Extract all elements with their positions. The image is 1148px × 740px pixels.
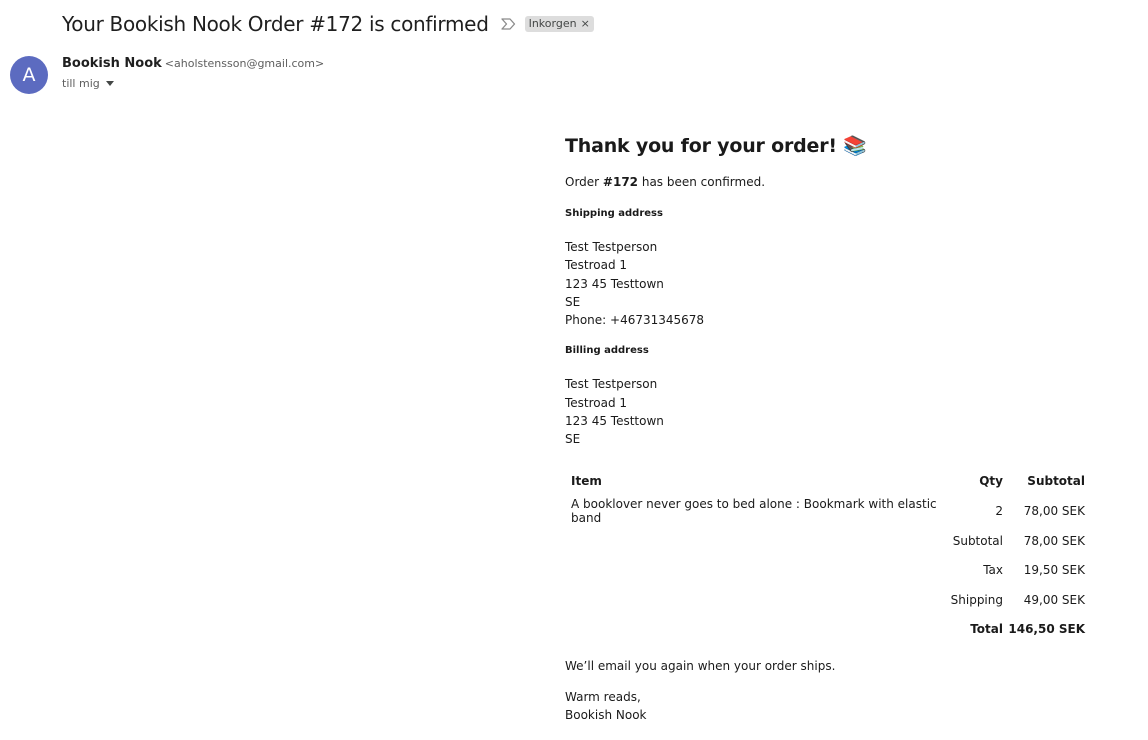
summary-label: Subtotal	[952, 533, 1003, 548]
recipient-details-toggle[interactable]: till mig	[62, 77, 114, 90]
shipping-notice: We’ll email you again when your order sh…	[565, 659, 836, 674]
inbox-label-chip[interactable]: Inkorgen ×	[524, 16, 594, 32]
summary-value: 78,00 SEK	[1023, 533, 1085, 548]
item-qty: 2	[995, 504, 1003, 519]
summary-value: 49,00 SEK	[1023, 592, 1085, 607]
signoff-line: Warm reads,	[565, 690, 641, 705]
shipping-address-heading: Shipping address	[565, 208, 663, 219]
billing-line: 123 45 Testtown	[565, 414, 664, 429]
summary-row-tax: Tax 19,50 SEK	[571, 555, 1085, 585]
remove-label-icon[interactable]: ×	[581, 17, 590, 30]
order-confirmation-line: Order #172 has been confirmed.	[565, 174, 1095, 190]
chevron-down-icon[interactable]	[105, 81, 114, 86]
billing-address-heading: Billing address	[565, 345, 649, 357]
qty-column-header: Qty	[979, 474, 1003, 489]
signoff-signature: Bookish Nook	[565, 708, 647, 723]
billing-line: Testroad 1	[565, 395, 628, 410]
avatar-letter: A	[22, 64, 36, 86]
order-suffix: has been confirmed.	[638, 175, 766, 189]
total-label: Total	[970, 622, 1003, 637]
email-subject: Your Bookish Nook Order #172 is confirme…	[62, 12, 489, 36]
recipient-text: till mig	[62, 77, 100, 90]
thank-you-heading: Thank you for your order! 📚	[565, 135, 867, 157]
summary-row-subtotal: Subtotal 78,00 SEK	[571, 526, 1085, 556]
shipping-line: 123 45 Testtown	[565, 276, 664, 291]
subject-row: Your Bookish Nook Order #172 is confirme…	[62, 10, 594, 38]
shipping-line: Testroad 1	[565, 258, 628, 273]
billing-line: SE	[565, 432, 581, 447]
label-text: Inkorgen	[528, 17, 577, 30]
sender-email: <aholstensson@gmail.com>	[164, 57, 325, 70]
billing-address: Test Testperson Testroad 1 123 45 Testto…	[565, 375, 1095, 448]
summary-label: Shipping	[950, 592, 1003, 607]
summary-row-shipping: Shipping 49,00 SEK	[571, 585, 1085, 615]
summary-value: 19,50 SEK	[1023, 563, 1085, 578]
sender-line: Bookish Nook <aholstensson@gmail.com>	[62, 56, 324, 71]
shipping-line: Test Testperson	[565, 240, 658, 254]
signoff: Warm reads, Bookish Nook	[565, 688, 1095, 724]
summary-label: Tax	[983, 563, 1003, 578]
order-prefix: Order	[565, 175, 603, 189]
summary-row-total: Total 146,50 SEK	[571, 615, 1085, 645]
billing-line: Test Testperson	[565, 377, 658, 392]
total-value: 146,50 SEK	[1008, 622, 1085, 637]
table-row: A booklover never goes to bed alone : Bo…	[571, 496, 1085, 526]
shipping-phone: Phone: +46731345678	[565, 313, 705, 328]
order-number: #172	[602, 175, 639, 189]
item-subtotal: 78,00 SEK	[1023, 504, 1085, 519]
sender-name[interactable]: Bookish Nook	[62, 56, 162, 71]
email-body: Thank you for your order! 📚 Order #172 h…	[565, 132, 1095, 724]
shipping-line: SE	[565, 294, 581, 309]
avatar[interactable]: A	[10, 56, 48, 94]
item-name: A booklover never goes to bed alone : Bo…	[571, 497, 937, 526]
important-marker-icon[interactable]	[500, 17, 517, 31]
subtotal-column-header: Subtotal	[1027, 474, 1085, 489]
table-header-row: Item Qty Subtotal	[571, 467, 1085, 497]
shipping-address: Test Testperson Testroad 1 123 45 Testto…	[565, 238, 1095, 329]
order-items-table: Item Qty Subtotal A booklover never goes…	[571, 467, 1085, 645]
item-column-header: Item	[571, 474, 602, 489]
